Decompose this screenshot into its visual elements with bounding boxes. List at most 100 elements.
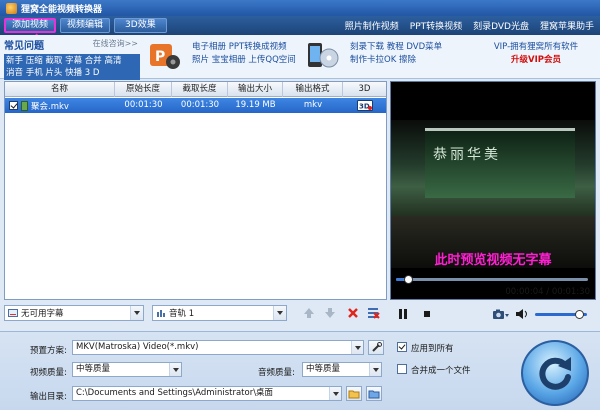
seek-track[interactable] [396,275,588,284]
snapshot-camera-icon[interactable] [492,308,510,320]
video-file-icon [21,100,28,111]
faq-line[interactable]: 新手 压缩 截取 字幕 合并 高清 [6,55,138,67]
wrench-icon [371,342,382,352]
video-edit-button[interactable]: 视频编辑 [60,18,111,33]
clear-list-icon[interactable] [366,305,381,320]
ppt-album-icon[interactable]: P [148,40,182,72]
merge-checkbox[interactable] [397,364,407,374]
chevron-down-icon[interactable] [273,306,286,320]
video-quality-value: 中等质量 [76,364,111,374]
folder-icon [348,390,360,398]
svg-text:3D: 3D [359,103,370,111]
apply-to-all-checkbox[interactable] [397,342,407,352]
chevron-down-icon[interactable] [329,387,341,400]
faq-line[interactable]: 消音 手机 片头 快播 3 D [6,67,138,79]
original-length: 00:01:30 [124,100,163,110]
chevron-down-icon[interactable] [169,363,181,376]
table-row[interactable]: 聚会.mkv 00:01:30 00:01:30 19.19 MB mkv 3D [5,98,386,113]
volume-icon[interactable] [515,308,529,320]
video-preview[interactable]: 恭丽华美 此时预览视频无字幕 [390,81,596,300]
move-up-icon[interactable] [301,305,316,320]
promo-dvd-line: 刻录下载 教程 DVD菜单 [350,42,443,52]
faq-panel: 常见问题 在线咨询>> 新手 压缩 截取 字幕 合并 高清 消音 手机 片头 快… [4,37,140,80]
file-list[interactable]: 名称 原始长度 截取长度 输出大小 输出格式 3D 聚会.mkv 00:01:3… [4,81,387,300]
column-original-length[interactable]: 原始长度 [115,82,172,97]
time-display: 00:00:04 / 00:01:30 [390,287,590,297]
open-folder-icon [368,390,380,398]
convert-button[interactable] [521,340,589,406]
vip-promo[interactable]: VIP-拥有狸窝所有软件 升级VIP会员 [476,41,596,67]
output-dir-label: 输出目录: [30,392,67,402]
subtitle-icon [8,309,18,317]
seek-bar[interactable] [390,274,596,284]
3d-settings-icon[interactable]: 3D [356,100,373,111]
pause-icon[interactable] [396,308,410,320]
3d-cell: 3D [343,98,386,113]
link-ppt-to-video[interactable]: PPT转换视频 [410,19,462,32]
preset-label: 预置方案: [30,346,67,356]
column-output-format[interactable]: 输出格式 [283,82,343,97]
promo-band: 常见问题 在线咨询>> 新手 压缩 截取 字幕 合并 高清 消音 手机 片头 快… [0,35,600,80]
preview-sign: 恭丽华美 [433,147,501,163]
playback-controls [390,305,596,323]
convert-arrow-icon [539,357,571,390]
toolbar: 添加视频 视频编辑 3D效果 照片制作视频 PPT转换视频 刻录DVD光盘 狸窝… [0,16,600,35]
row-name-cell: 聚会.mkv [5,98,115,113]
add-video-button[interactable]: 添加视频 [4,18,57,33]
promo-album[interactable]: 电子相册 PPT转换成视频 照片 宝宝相册 上传QQ空间 [192,41,296,67]
browse-folder-button[interactable] [346,386,362,401]
chevron-down-icon[interactable] [130,306,143,320]
audio-quality-label: 音频质量: [258,368,295,378]
audio-track-icon [157,310,165,317]
merge-label[interactable]: 合并成一个文件 [411,364,471,376]
no-subtitle-overlay: 此时预览视频无字幕 [434,253,552,268]
column-3d[interactable]: 3D [343,82,386,97]
volume-handle[interactable] [575,310,584,319]
title-bar: 狸窝全能视频转换器 [0,0,600,16]
seek-handle[interactable] [404,275,413,284]
file-name: 聚会.mkv [31,101,69,112]
stop-icon[interactable] [420,308,434,320]
open-output-folder-button[interactable] [366,386,382,401]
dvd-burn-icon[interactable] [305,40,339,72]
column-clip-length[interactable]: 截取长度 [172,82,228,97]
link-photo-to-video[interactable]: 照片制作视频 [345,19,399,32]
column-name[interactable]: 名称 [5,82,115,97]
audio-quality-select[interactable]: 中等质量 [302,362,382,377]
link-apple-helper[interactable]: 狸窝苹果助手 [540,19,594,32]
audio-quality-value: 中等质量 [306,364,341,374]
vip-line: VIP-拥有狸窝所有软件 [493,42,579,52]
output-dir-field[interactable]: C:\Documents and Settings\Administrator\… [72,386,342,401]
volume-slider[interactable] [535,310,587,319]
vip-upgrade-link[interactable]: 升级VIP会员 [476,54,596,67]
online-help-link[interactable]: 在线咨询>> [93,38,138,49]
app-logo-icon [6,2,17,14]
promo-album-line: 照片 宝宝相册 上传QQ空间 [192,55,296,65]
preview-frame: 恭丽华美 [391,120,595,268]
row-checkbox[interactable] [9,101,18,110]
chevron-down-icon[interactable] [351,341,363,354]
video-quality-label: 视频质量: [30,368,67,378]
table-header: 名称 原始长度 截取长度 输出大小 输出格式 3D [5,82,386,97]
delete-icon[interactable] [345,305,360,320]
video-quality-select[interactable]: 中等质量 [72,362,182,377]
audio-track-select[interactable]: 音轨 1 [152,305,287,321]
promo-dvd[interactable]: 刻录下载 教程 DVD菜单 制作卡拉OK 擦除 [350,41,442,67]
output-size: 19.19 MB [235,100,276,110]
apply-to-all-label[interactable]: 应用到所有 [411,342,454,354]
move-down-icon[interactable] [322,305,337,320]
faq-links: 新手 压缩 截取 字幕 合并 高清 消音 手机 片头 快播 3 D [4,54,140,80]
chevron-down-icon[interactable] [369,363,381,376]
promo-dvd-line: 制作卡拉OK 擦除 [350,55,416,65]
toolbar-links: 照片制作视频 PPT转换视频 刻录DVD光盘 狸窝苹果助手 [345,16,594,35]
link-burn-dvd[interactable]: 刻录DVD光盘 [473,19,529,32]
svg-text:P: P [155,49,165,65]
subtitle-select[interactable]: 无可用字幕 [4,305,144,321]
preset-select[interactable]: MKV(Matroska) Video(*.mkv) [72,340,364,355]
preset-settings-button[interactable] [368,340,384,355]
3d-effect-button[interactable]: 3D效果 [114,18,167,33]
window-title: 狸窝全能视频转换器 [21,4,103,15]
promo-album-line: 电子相册 PPT转换成视频 [192,42,287,52]
column-output-size[interactable]: 输出大小 [228,82,283,97]
output-dir-value: C:\Documents and Settings\Administrator\… [76,388,274,398]
